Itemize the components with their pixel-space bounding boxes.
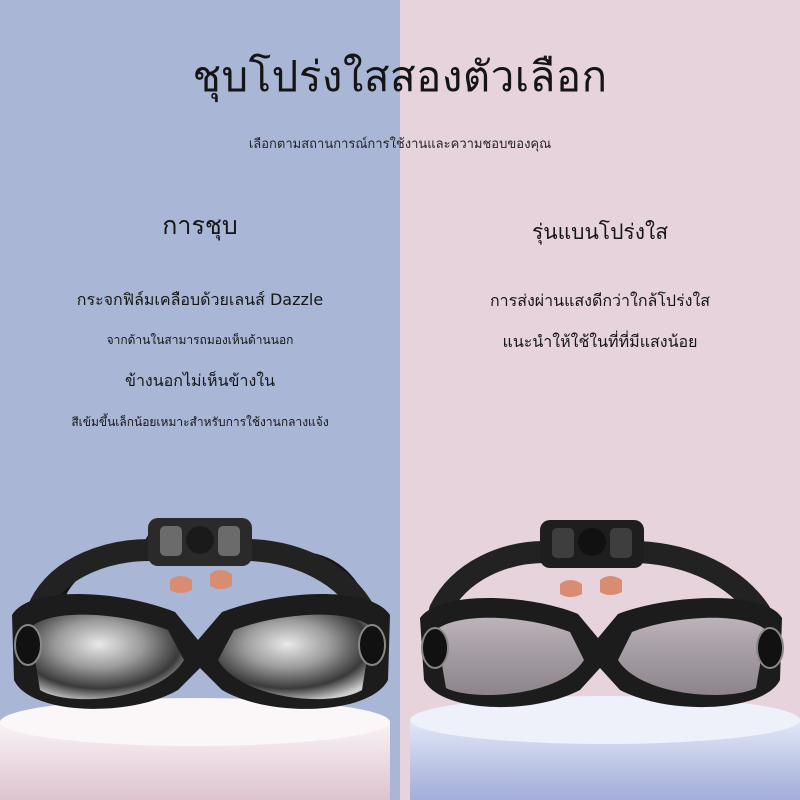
- left-pedestal: [0, 698, 390, 800]
- right-pedestal: [410, 696, 800, 800]
- mirrored-goggles-icon: [12, 518, 390, 709]
- right-feature-2: แนะนำให้ใช้ในที่ที่มีแสงน้อย: [502, 332, 698, 351]
- left-feature-3: ข้างนอกไม่เห็นข้างใน: [125, 371, 275, 390]
- left-feature-2: จากด้านในสามารถมองเห็นด้านนอก: [106, 333, 294, 347]
- page-subtitle: เลือกตามสถานการณ์การใช้งานและความชอบของค…: [248, 137, 552, 152]
- left-feature-1: กระจกฟิล์มเคลือบด้วยเลนส์ Dazzle: [76, 290, 324, 309]
- left-heading: การชุบ: [162, 211, 238, 240]
- page-title: ชุบโปร่งใสสองตัวเลือก: [192, 52, 608, 101]
- right-heading: รุ่นแบนโปร่งใส: [531, 220, 669, 244]
- left-feature-4: สีเข้มขึ้นเล็กน้อยเหมาะสำหรับการใช้งานกล…: [71, 415, 329, 429]
- goggles-illustration: [0, 518, 800, 800]
- product-poster: ชุบโปร่งใสสองตัวเลือก เลือกตามสถานการณ์ก…: [0, 0, 800, 800]
- clear-goggles-icon: [420, 520, 784, 708]
- right-feature-1: การส่งผ่านแสงดีกว่าใกล้โปร่งใส: [489, 291, 711, 310]
